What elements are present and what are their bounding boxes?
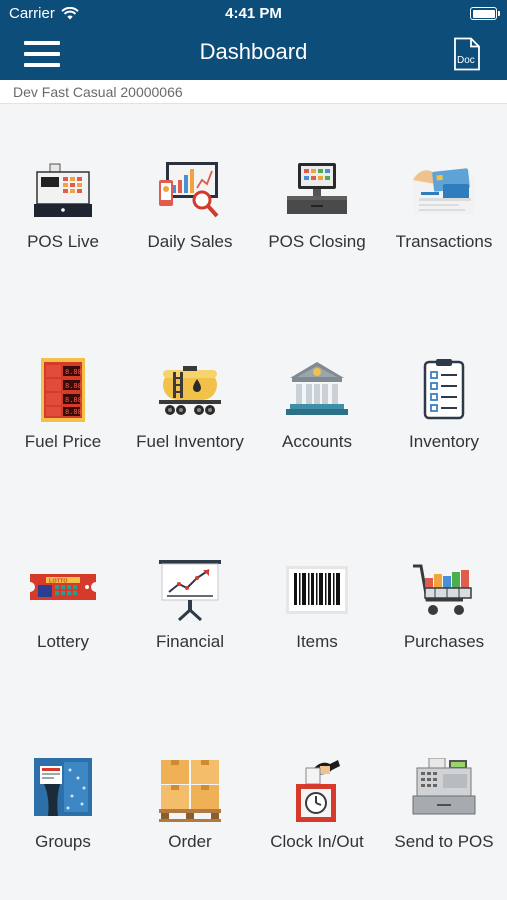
tile-label: Financial: [155, 632, 225, 651]
tile-label: POS Live: [27, 232, 99, 251]
tile-fuel-price[interactable]: 8.88 8.88 8.88 8.88 Fuel Price: [0, 358, 126, 478]
tile-fuel-inventory[interactable]: Fuel Inventory: [127, 358, 253, 478]
svg-text:LOTTO: LOTTO: [49, 579, 68, 585]
pos-terminal-icon: [287, 163, 347, 214]
status-bar: Carrier 4:41 PM: [0, 0, 507, 28]
tile-accounts[interactable]: Accounts: [254, 358, 380, 478]
tile-label: Clock In/Out: [270, 832, 364, 851]
tile-label: Inventory: [409, 432, 479, 451]
groups-icon: [34, 758, 92, 816]
tile-label: POS Closing: [268, 232, 366, 251]
time-clock-icon: [296, 760, 340, 822]
shopping-cart-icon: [413, 564, 472, 615]
register-printer-icon: [412, 758, 476, 815]
sales-report-icon: [159, 162, 219, 218]
tile-send-to-pos[interactable]: Send to POS: [381, 758, 507, 878]
tile-inventory[interactable]: Inventory: [381, 358, 507, 478]
growth-chart-icon: [159, 560, 221, 622]
tile-label: Purchases: [403, 632, 485, 651]
tile-label: Fuel Inventory: [136, 432, 244, 451]
tile-label: Lottery: [37, 632, 89, 651]
tile-items[interactable]: Items: [254, 558, 380, 678]
fuel-price-board-icon: 8.88 8.88 8.88 8.88: [41, 358, 85, 422]
tile-label: Fuel Price: [24, 432, 102, 451]
store-name: Dev Fast Casual 20000066: [13, 84, 183, 100]
tile-label: Send to POS: [394, 832, 494, 851]
svg-text:8.88: 8.88: [65, 408, 82, 416]
clipboard-checklist-icon: [423, 359, 465, 420]
tile-order[interactable]: Order: [127, 758, 253, 878]
credit-card-icon: [413, 168, 475, 214]
page-title: Dashboard: [199, 39, 308, 64]
fuel-tanker-icon: [159, 366, 221, 415]
pallet-boxes-icon: [159, 760, 221, 822]
tile-clock-in-out[interactable]: Clock In/Out: [254, 758, 380, 878]
tile-label: Accounts: [282, 432, 352, 451]
bank-icon: [286, 362, 348, 415]
tile-label: Order: [168, 832, 212, 851]
tile-label: Transactions: [395, 232, 493, 251]
barcode-icon: [286, 566, 348, 614]
cash-register-icon: [34, 163, 92, 217]
svg-text:8.88: 8.88: [65, 368, 82, 376]
tile-purchases[interactable]: Purchases: [381, 558, 507, 678]
doc-label: Doc: [457, 55, 475, 66]
store-name-bar: Dev Fast Casual 20000066: [0, 80, 507, 104]
tile-daily-sales[interactable]: Daily Sales: [127, 158, 253, 278]
tile-transactions[interactable]: Transactions: [381, 158, 507, 278]
battery-icon: [470, 7, 500, 20]
svg-text:8.88: 8.88: [65, 382, 82, 390]
tile-lottery[interactable]: LOTTO Lottery: [0, 558, 126, 678]
tile-label: Groups: [35, 832, 91, 851]
tile-financial[interactable]: Financial: [127, 558, 253, 678]
doc-icon[interactable]: Doc: [453, 37, 481, 71]
tile-label: Daily Sales: [147, 232, 233, 251]
clock-time: 4:41 PM: [225, 5, 282, 22]
nav-bar: Dashboard Doc: [0, 28, 507, 80]
tile-groups[interactable]: Groups: [0, 758, 126, 878]
tile-pos-live[interactable]: POS Live: [0, 158, 126, 278]
lotto-ticket-icon: LOTTO: [30, 574, 96, 600]
svg-text:8.88: 8.88: [65, 396, 82, 404]
tile-pos-closing[interactable]: POS Closing: [254, 158, 380, 278]
tile-label: Items: [296, 632, 338, 651]
battery-fill: [472, 9, 495, 18]
